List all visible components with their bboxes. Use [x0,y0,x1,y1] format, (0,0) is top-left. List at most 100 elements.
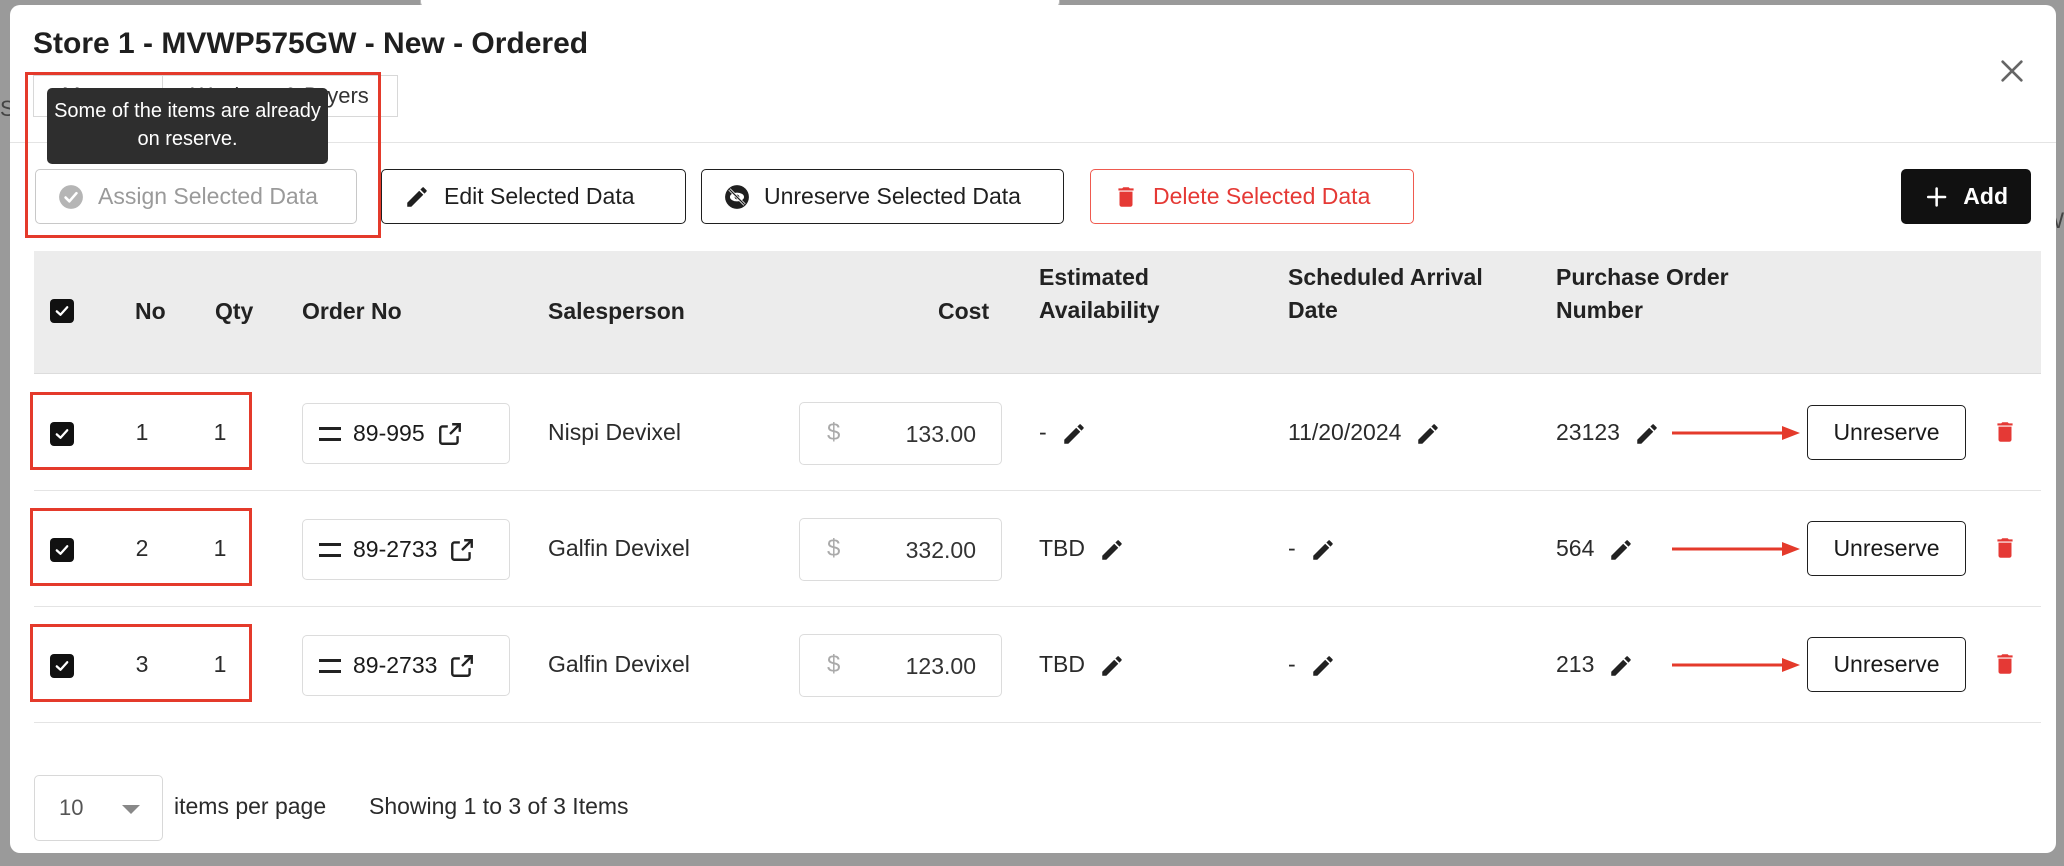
check-circle-icon [59,184,83,209]
po-value: 213 [1556,651,1595,677]
edit-availability-icon[interactable] [1099,653,1125,679]
header-estimated-availability-line1: Estimated [1039,264,1149,290]
order-no-link[interactable]: 89-995 [302,403,510,464]
edit-selected-label: Edit Selected Data [444,183,635,209]
unreserve-button[interactable]: Unreserve [1807,521,1966,576]
add-label: Add [1963,183,2008,209]
check-icon [55,306,69,316]
cost-input[interactable]: $ 123.00 [799,634,1002,697]
availability-value: TBD [1039,651,1085,677]
edit-arrival-icon[interactable] [1310,537,1336,563]
header-cost: Cost [938,298,990,324]
unreserve-selected-label: Unreserve Selected Data [764,183,1021,209]
row-no: 2 [135,535,149,561]
row-po: 213 [1556,651,1634,679]
row-arrival: - [1288,651,1336,679]
edit-po-icon[interactable] [1634,421,1660,447]
select-all-checkbox[interactable] [50,299,74,323]
order-no-value: 89-995 [353,420,425,446]
unreserve-button[interactable]: Unreserve [1807,637,1966,692]
header-scheduled-arrival: Scheduled Arrival Date [1288,261,1483,327]
table-row: 3 1 89-2733 Galfin Devixel $ 123.00 TBD … [34,607,2041,723]
edit-availability-icon[interactable] [1061,421,1087,447]
annotation-arrow-icon [1672,658,1800,672]
add-button[interactable]: Add [1901,169,2031,224]
unreserve-selected-button[interactable]: Unreserve Selected Data [701,169,1064,224]
row-salesperson: Nispi Devixel [548,419,681,445]
items-per-page-select[interactable]: 10 [34,775,163,841]
cost-input[interactable]: $ 332.00 [799,518,1002,581]
row-salesperson: Galfin Devixel [548,651,690,677]
delete-row-icon[interactable] [1992,533,2018,563]
edit-po-icon[interactable] [1608,537,1634,563]
row-qty: 1 [213,419,227,445]
header-qty: Qty [215,298,254,324]
assign-selected-button[interactable]: Assign Selected Data [35,169,357,224]
header-salesperson: Salesperson [548,298,685,324]
delete-selected-label: Delete Selected Data [1153,183,1371,209]
delete-row-icon[interactable] [1992,649,2018,679]
availability-value: TBD [1039,535,1085,561]
edit-arrival-icon[interactable] [1415,421,1441,447]
drag-handle-icon [319,426,341,441]
edit-po-icon[interactable] [1608,653,1634,679]
header-purchase-order: Purchase Order Number [1556,261,1729,327]
pencil-icon [407,186,427,207]
row-arrival: - [1288,535,1336,563]
header-purchase-order-line1: Purchase Order [1556,264,1729,290]
items-per-page-label: items per page [174,793,327,819]
drag-handle-icon [319,542,341,557]
edit-selected-button[interactable]: Edit Selected Data [381,169,686,224]
po-value: 23123 [1556,419,1620,445]
eye-off-icon [725,184,749,209]
external-link-icon [451,538,474,561]
items-per-page-value: 10 [59,795,84,820]
order-no-value: 89-2733 [353,652,438,678]
pagination-summary: Showing 1 to 3 of 3 Items [369,793,629,819]
modal-dialog: Store 1 - MVWP575GW - New - Ordered Mayt… [10,5,2056,853]
order-no-link[interactable]: 89-2733 [302,635,510,696]
unreserve-button[interactable]: Unreserve [1807,405,1966,460]
cost-input[interactable]: $ 133.00 [799,402,1002,465]
row-arrival: 11/20/2024 [1288,419,1441,447]
row-checkbox[interactable] [50,422,74,446]
arrival-value: 11/20/2024 [1288,419,1402,445]
header-no: No [135,298,166,324]
cost-value: 133.00 [905,421,976,447]
header-scheduled-arrival-line1: Scheduled Arrival [1288,264,1483,290]
header-order-no: Order No [302,298,402,324]
external-link-icon [451,654,474,677]
currency-symbol: $ [827,651,841,678]
edit-arrival-icon[interactable] [1310,653,1336,679]
currency-symbol: $ [827,419,841,446]
check-icon [55,545,69,555]
chevron-down-icon [122,805,140,814]
modal-title: Store 1 - MVWP575GW - New - Ordered [33,27,589,60]
header-estimated-availability-line2: Availability [1039,297,1160,323]
row-qty: 1 [213,651,227,677]
arrival-value: - [1288,535,1296,561]
row-availability: TBD [1039,651,1125,679]
cost-value: 332.00 [905,537,976,563]
close-icon[interactable] [1996,55,2028,87]
po-value: 564 [1556,535,1595,561]
delete-row-icon[interactable] [1992,417,2018,447]
header-estimated-availability: Estimated Availability [1039,261,1160,327]
row-po: 564 [1556,535,1634,563]
row-no: 3 [135,651,149,677]
delete-selected-button[interactable]: Delete Selected Data [1090,169,1414,224]
currency-symbol: $ [827,535,841,562]
order-no-link[interactable]: 89-2733 [302,519,510,580]
plus-icon [1926,186,1947,207]
check-icon [55,429,69,439]
row-availability: - [1039,419,1087,447]
row-checkbox[interactable] [50,538,74,562]
edit-availability-icon[interactable] [1099,537,1125,563]
row-checkbox[interactable] [50,654,74,678]
external-link-icon [438,422,461,445]
table-row: 2 1 89-2733 Galfin Devixel $ 332.00 TBD … [34,491,2041,607]
order-no-value: 89-2733 [353,536,438,562]
row-salesperson: Galfin Devixel [548,535,690,561]
reserve-tooltip: Some of the items are already on reserve… [47,88,328,164]
row-po: 23123 [1556,419,1660,447]
